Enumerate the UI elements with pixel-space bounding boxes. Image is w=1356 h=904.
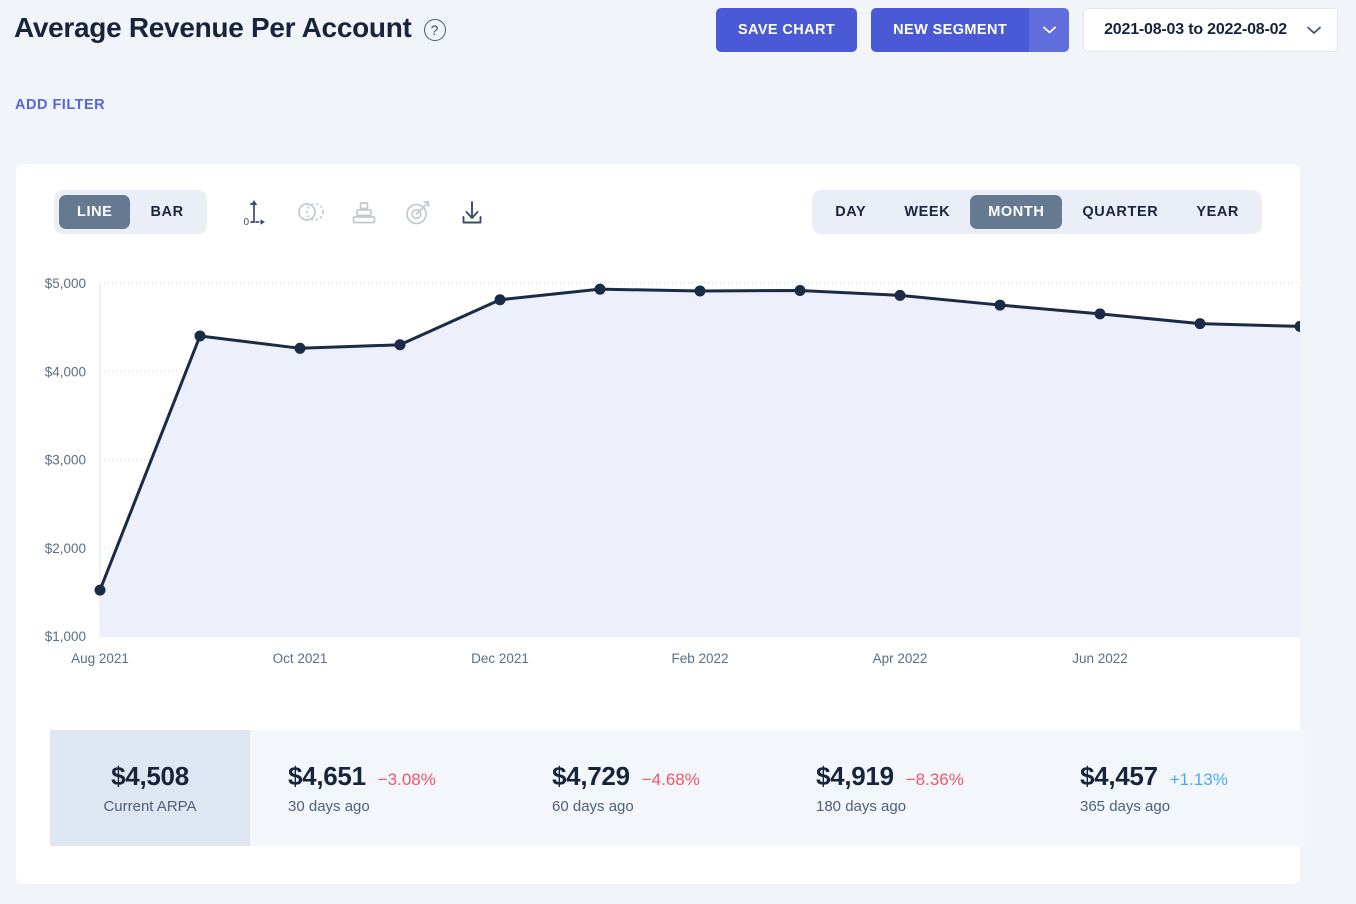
stat-current-arpa[interactable]: $4,508 Current ARPA [50, 730, 250, 846]
stat-180-days-ago[interactable]: $4,919 −8.36% 180 days ago [778, 730, 1042, 846]
add-filter-button[interactable]: ADD FILTER [15, 97, 105, 113]
stat-change-pct: +1.13% [1170, 770, 1228, 790]
stat-365-days-ago[interactable]: $4,457 +1.13% 365 days ago [1042, 730, 1306, 846]
header-actions: SAVE CHART NEW SEGMENT 2021-08-03 to 202… [716, 8, 1338, 52]
download-icon[interactable] [457, 196, 487, 228]
stat-label: 365 days ago [1080, 798, 1170, 815]
save-chart-button[interactable]: SAVE CHART [716, 8, 857, 52]
granularity-toggle-group: DAY WEEK MONTH QUARTER YEAR [812, 190, 1262, 234]
x-axis-tick-label: Jun 2022 [1072, 651, 1128, 666]
x-axis-tick-label: Aug 2021 [71, 651, 129, 666]
chart-data-point[interactable] [95, 585, 106, 596]
date-range-select[interactable]: 2021-08-03 to 2022-08-02 [1083, 8, 1338, 52]
stat-change-pct: −3.08% [378, 770, 436, 790]
chart-data-point[interactable] [295, 343, 306, 354]
cohort-pyramid-icon[interactable] [349, 196, 379, 228]
chart-data-point[interactable] [995, 300, 1006, 311]
stats-footer: $4,508 Current ARPA $4,651 −3.08% 30 day… [50, 730, 1306, 846]
new-segment-button[interactable]: NEW SEGMENT [871, 8, 1029, 52]
granularity-month-button[interactable]: MONTH [970, 195, 1062, 229]
stat-label: Current ARPA [103, 798, 196, 815]
x-axis-tick-label: Feb 2022 [671, 651, 728, 666]
chart-data-point[interactable] [795, 285, 806, 296]
stat-60-days-ago[interactable]: $4,729 −4.68% 60 days ago [514, 730, 778, 846]
revenue-line-chart: $1,000 $2,000 $3,000 $4,000 $5,000 Aug 2021 Oc… [16, 264, 1300, 684]
chart-tool-icons: 0 [241, 196, 487, 228]
stat-value: $4,919 [816, 761, 894, 792]
y-axis-tick-label: $4,000 [45, 364, 86, 379]
stat-30-days-ago[interactable]: $4,651 −3.08% 30 days ago [250, 730, 514, 846]
stat-label: 30 days ago [288, 798, 370, 815]
page-title: Average Revenue Per Account [14, 8, 412, 48]
date-range-value: 2021-08-03 to 2022-08-02 [1104, 21, 1287, 39]
stat-label: 180 days ago [816, 798, 906, 815]
stat-value: $4,457 [1080, 761, 1158, 792]
page-header: Average Revenue Per Account ? SAVE CHART… [0, 0, 1356, 60]
stat-value: $4,508 [111, 761, 189, 792]
chart-type-toggle-group: LINE BAR [54, 190, 207, 234]
stat-change-pct: −8.36% [906, 770, 964, 790]
svg-text:0: 0 [243, 217, 249, 228]
stat-change-pct: −4.68% [642, 770, 700, 790]
chart-data-point[interactable] [1195, 318, 1206, 329]
y-axis-tick-label: $3,000 [45, 453, 86, 468]
chart-data-point[interactable] [695, 285, 706, 296]
chart-data-point[interactable] [595, 284, 606, 295]
compare-circles-icon[interactable] [295, 196, 325, 228]
goal-target-icon[interactable] [403, 196, 433, 228]
stat-value: $4,651 [288, 761, 366, 792]
new-segment-split-button: NEW SEGMENT [871, 8, 1069, 52]
chart-data-point[interactable] [895, 290, 906, 301]
chart-area-fill [100, 289, 1300, 636]
axis-scale-icon[interactable]: 0 [241, 196, 271, 228]
x-axis-tick-label: Apr 2022 [873, 651, 928, 666]
chart-card: LINE BAR 0 [16, 164, 1300, 884]
chart-plot: $1,000$2,000$3,000$4,000$5,000Aug 2021Oc… [16, 264, 1300, 564]
x-axis-tick-label: Dec 2021 [471, 651, 529, 666]
y-axis-tick-label: $1,000 [45, 629, 86, 644]
granularity-quarter-button[interactable]: QUARTER [1064, 195, 1176, 229]
chart-data-point[interactable] [395, 339, 406, 350]
chevron-down-icon [1307, 23, 1321, 38]
title-wrap: Average Revenue Per Account ? [14, 8, 446, 48]
granularity-week-button[interactable]: WEEK [886, 195, 968, 229]
question-circle-icon[interactable]: ? [424, 19, 446, 41]
chart-data-point[interactable] [1095, 308, 1106, 319]
granularity-year-button[interactable]: YEAR [1178, 195, 1257, 229]
chart-type-line-button[interactable]: LINE [59, 195, 130, 229]
chart-data-point[interactable] [195, 330, 206, 341]
stat-value: $4,729 [552, 761, 630, 792]
chart-data-point[interactable] [495, 294, 506, 305]
chart-type-bar-button[interactable]: BAR [132, 195, 201, 229]
y-axis-tick-label: $2,000 [45, 541, 86, 556]
chart-toolbar-left: LINE BAR 0 [54, 190, 487, 234]
new-segment-chevron-down-icon[interactable] [1029, 8, 1069, 52]
x-axis-tick-label: Oct 2021 [273, 651, 328, 666]
stat-label: 60 days ago [552, 798, 634, 815]
granularity-day-button[interactable]: DAY [817, 195, 884, 229]
y-axis-tick-label: $5,000 [45, 276, 86, 291]
